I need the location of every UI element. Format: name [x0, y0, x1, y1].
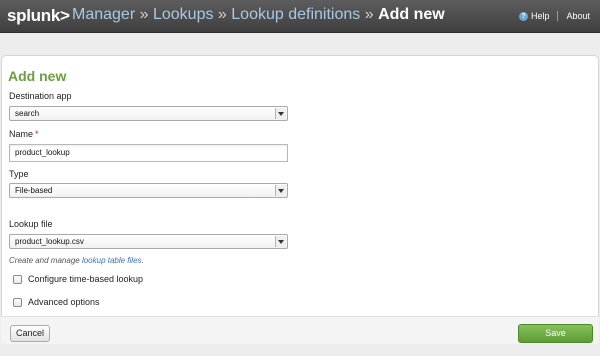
top-bar: splunk> Manager » Lookups » Lookup defin…	[0, 0, 600, 33]
save-button[interactable]: Save	[518, 324, 593, 343]
form-footer: Cancel Save	[1, 316, 599, 344]
time-based-lookup-label: Configure time-based lookup	[28, 274, 144, 284]
lookup-table-files-link[interactable]: lookup table files	[82, 256, 142, 265]
breadcrumb-manager[interactable]: Manager	[72, 6, 135, 23]
type-select[interactable]: File-based	[9, 183, 288, 198]
header-divider	[557, 11, 559, 21]
lookup-file-help: Create and manage lookup table files.	[9, 256, 144, 265]
lookup-file-value: product_lookup.csv	[15, 237, 84, 246]
lookup-file-label: Lookup file	[9, 219, 53, 229]
chevron-down-icon	[275, 185, 286, 196]
advanced-options-label: Advanced options	[28, 297, 100, 307]
name-label-text: Name	[9, 129, 34, 139]
type-label: Type	[9, 169, 29, 179]
time-based-lookup-option[interactable]: Configure time-based lookup	[13, 274, 143, 284]
destination-app-label: Destination app	[9, 91, 72, 101]
chevron-down-icon	[275, 108, 286, 119]
help-text-suffix: .	[141, 256, 144, 265]
type-value: File-based	[15, 186, 53, 195]
destination-app-select[interactable]: search	[9, 106, 288, 121]
name-label: Name *	[9, 129, 39, 139]
help-link[interactable]: Help	[531, 11, 550, 21]
lookup-file-select[interactable]: product_lookup.csv	[9, 234, 288, 249]
help-text-prefix: Create and manage	[9, 256, 82, 265]
cancel-button[interactable]: Cancel	[10, 325, 50, 342]
splunk-logo[interactable]: splunk>	[7, 6, 70, 26]
destination-app-value: search	[15, 109, 40, 118]
advanced-options-checkbox[interactable]	[13, 297, 22, 307]
required-marker: *	[35, 129, 39, 139]
breadcrumb-lookup-definitions[interactable]: Lookup definitions	[231, 6, 360, 23]
breadcrumb-separator: »	[217, 6, 227, 23]
add-new-form-panel: Add new Destination app search Name * pro…	[1, 55, 599, 344]
time-based-lookup-checkbox[interactable]	[13, 274, 22, 284]
chevron-down-icon	[275, 236, 286, 247]
page-title: Add new	[8, 68, 67, 84]
breadcrumb: Manager » Lookups » Lookup definitions »…	[72, 6, 445, 24]
about-link[interactable]: About	[566, 11, 590, 21]
breadcrumb-separator: »	[139, 6, 149, 23]
header-links: ? Help About	[518, 11, 590, 21]
advanced-options-option[interactable]: Advanced options	[13, 297, 100, 307]
name-input[interactable]: product_lookup	[9, 144, 288, 162]
help-icon[interactable]: ?	[518, 11, 528, 21]
breadcrumb-current: Add new	[378, 6, 445, 23]
breadcrumb-lookups[interactable]: Lookups	[153, 6, 214, 23]
breadcrumb-separator: »	[364, 6, 374, 23]
